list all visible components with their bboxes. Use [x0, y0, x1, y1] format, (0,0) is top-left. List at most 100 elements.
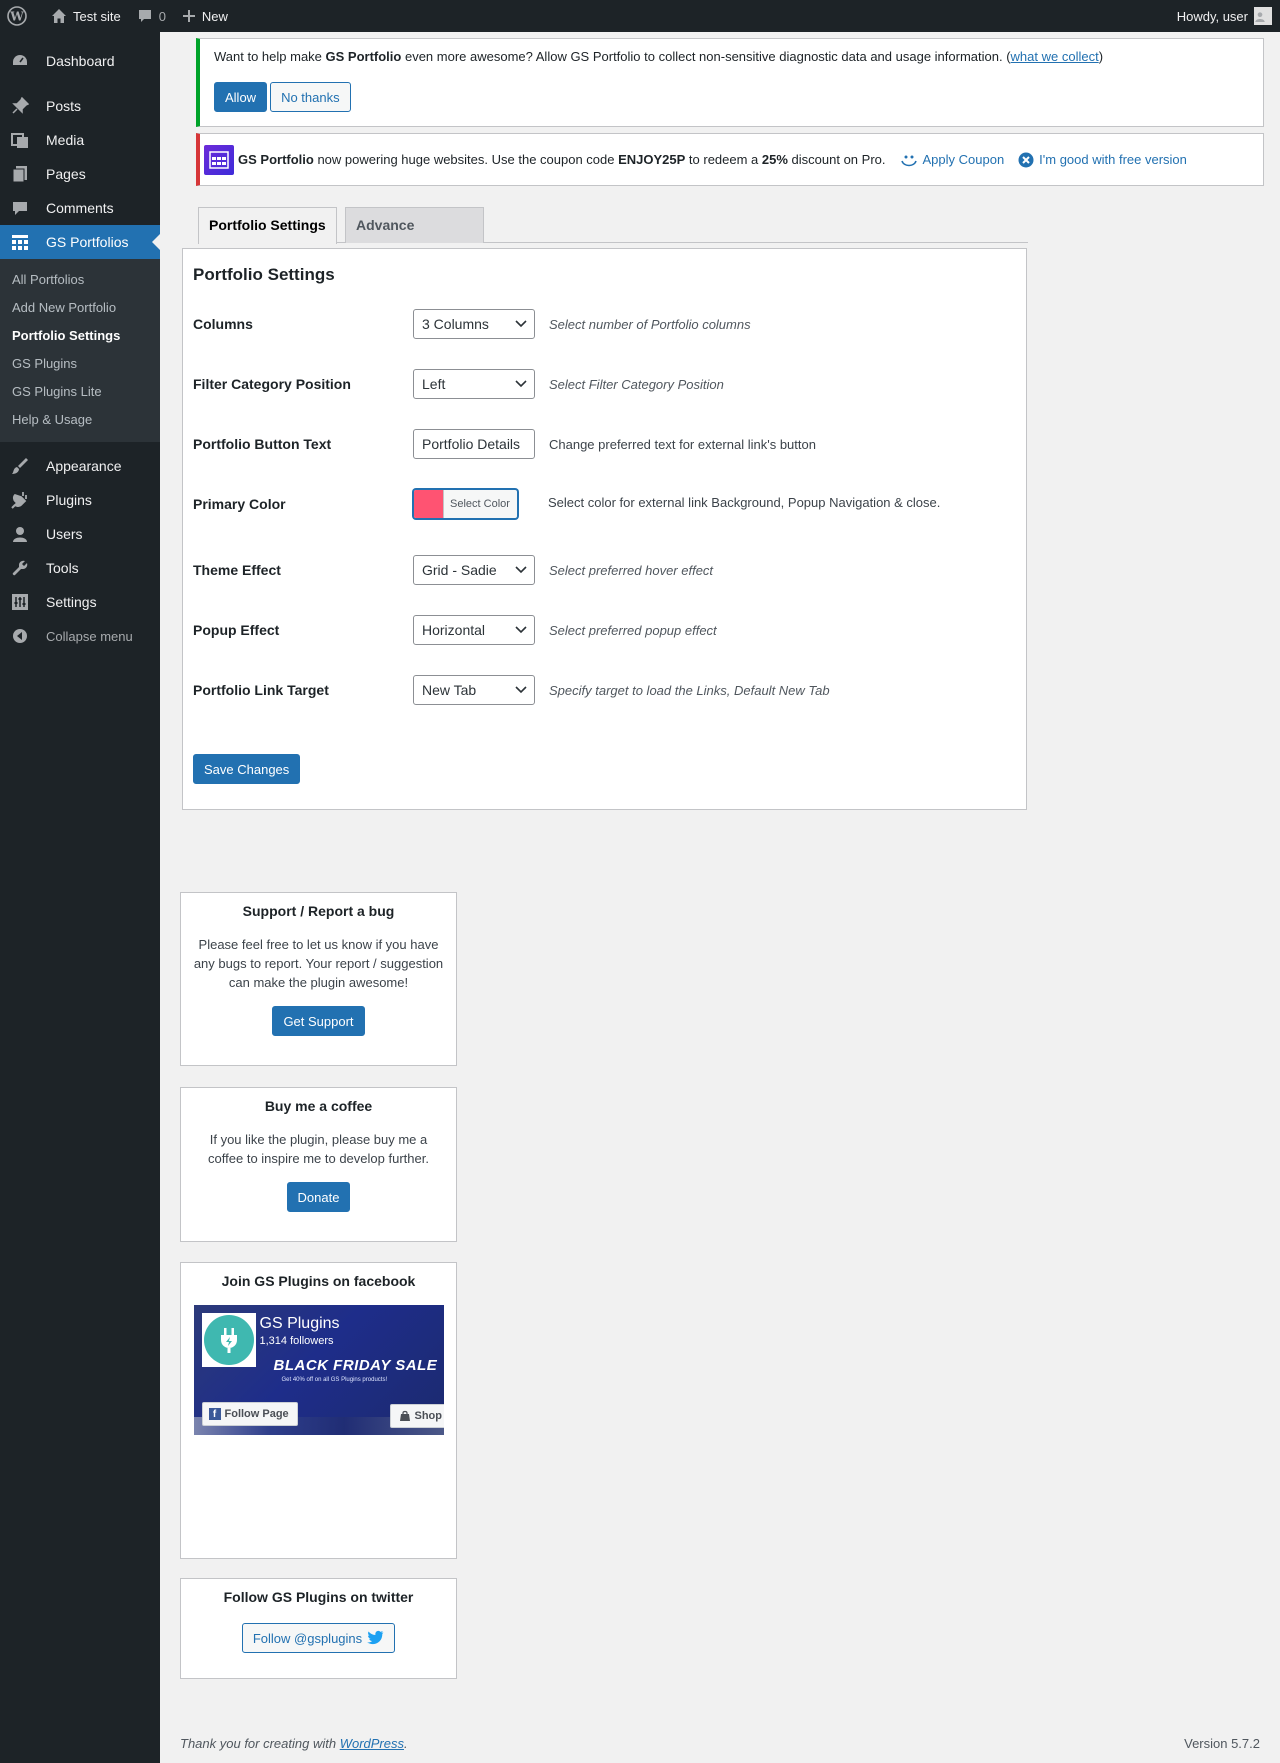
chevron-down-icon	[515, 320, 527, 328]
twitter-title: Follow GS Plugins on twitter	[223, 1589, 414, 1605]
shop-button[interactable]: Shop	[389, 1404, 444, 1428]
svg-text:W: W	[9, 10, 24, 24]
coupon-brand: GS Portfolio	[238, 152, 314, 167]
brush-icon	[10, 456, 30, 476]
site-name-link[interactable]: Test site	[43, 0, 129, 32]
coffee-text: If you like the plugin, please buy me a …	[208, 1132, 429, 1166]
portfolio-button-text-input[interactable]: Portfolio Details	[413, 429, 535, 459]
setting-description: Change preferred text for external link'…	[549, 436, 816, 452]
primary-color-picker-button[interactable]: Select Color	[413, 489, 518, 519]
follow-twitter-label: Follow @gsplugins	[252, 1630, 363, 1646]
select-value: Grid - Sadie	[422, 562, 497, 578]
dashboard-icon	[10, 51, 30, 71]
setting-label: Popup Effect	[193, 622, 280, 638]
no-thanks-button[interactable]: No thanks	[270, 82, 351, 112]
admin-sidebar: Dashboard Posts Media Pages Comments GS …	[0, 32, 160, 1763]
setting-description: Specify target to load the Links, Defaul…	[549, 682, 830, 698]
theme-effect-select[interactable]: Grid - Sadie	[413, 555, 535, 585]
gs-portfolios-submenu: All Portfolios Add New Portfolio Portfol…	[0, 259, 160, 442]
menu-settings[interactable]: Settings	[0, 585, 160, 619]
menu-media[interactable]: Media	[0, 123, 160, 157]
what-we-collect-link[interactable]: what we collect	[1011, 49, 1099, 64]
select-value: 3 Columns	[422, 316, 489, 332]
color-swatch	[414, 490, 444, 518]
menu-pages[interactable]: Pages	[0, 157, 160, 191]
menu-label: Posts	[46, 98, 82, 114]
black-friday-banner: BLACK FRIDAY SALE	[273, 1357, 438, 1374]
follow-page-button[interactable]: f Follow Page	[201, 1402, 298, 1426]
smile-icon	[900, 155, 917, 166]
coupon-text-2: to redeem a	[685, 152, 762, 167]
columns-select[interactable]: 3 Columns	[413, 309, 535, 339]
menu-tools[interactable]: Tools	[0, 551, 160, 585]
admin-footer: Thank you for creating with WordPress. V…	[180, 1736, 1260, 1751]
shop-label: Shop	[414, 1410, 443, 1422]
chevron-down-icon	[515, 380, 527, 388]
optin-buttons: Allow No thanks	[214, 82, 1249, 112]
menu-users[interactable]: Users	[0, 517, 160, 551]
chevron-down-icon	[515, 626, 527, 634]
submenu-add-new-portfolio[interactable]: Add New Portfolio	[0, 294, 160, 322]
save-changes-button[interactable]: Save Changes	[193, 754, 301, 784]
select-value: Left	[422, 376, 446, 392]
setting-label: Theme Effect	[193, 562, 281, 578]
comments-icon	[10, 198, 30, 218]
facebook-page-widget[interactable]: GS Plugins 1,314 followers BLACK FRIDAY …	[193, 1305, 444, 1435]
setting-row-portfolio-button-text: Portfolio Button Text Portfolio Details …	[193, 429, 1018, 459]
submenu-gs-plugins-lite[interactable]: GS Plugins Lite	[0, 378, 160, 406]
popup-effect-select[interactable]: Horizontal	[413, 615, 535, 645]
portfolio-grid-icon	[10, 232, 30, 252]
menu-dashboard[interactable]: Dashboard	[0, 44, 160, 78]
submenu-gs-plugins[interactable]: GS Plugins	[0, 350, 160, 378]
menu-label: Pages	[46, 166, 86, 182]
page-avatar[interactable]	[201, 1313, 256, 1367]
allow-button[interactable]: Allow	[214, 82, 268, 112]
follow-twitter-button[interactable]: Follow @gsplugins	[241, 1623, 396, 1653]
site-name: Test site	[73, 8, 121, 24]
donate-button[interactable]: Donate	[286, 1182, 351, 1212]
new-content-link[interactable]: New	[174, 0, 236, 32]
pages-icon	[10, 164, 30, 184]
footer-period: .	[404, 1736, 408, 1751]
panel-title: Portfolio Settings	[193, 265, 335, 284]
menu-gs-portfolios[interactable]: GS Portfolios	[0, 225, 160, 259]
comments-link[interactable]: 0	[129, 0, 174, 32]
menu-label: Comments	[46, 200, 114, 216]
close-circle-icon	[1018, 152, 1034, 167]
setting-description: Select Filter Category Position	[549, 376, 724, 392]
submenu-help-usage[interactable]: Help & Usage	[0, 406, 160, 434]
tab-portfolio-settings[interactable]: Portfolio Settings	[198, 207, 337, 244]
wordpress-link[interactable]: WordPress	[340, 1736, 404, 1751]
facebook-title: Join GS Plugins on facebook	[221, 1273, 416, 1289]
chevron-down-icon	[515, 686, 527, 694]
menu-plugins[interactable]: Plugins	[0, 483, 160, 517]
menu-comments[interactable]: Comments	[0, 191, 160, 225]
setting-row-filter-category-position: Filter Category Position Left Select Fil…	[193, 369, 1018, 399]
menu-posts[interactable]: Posts	[0, 89, 160, 123]
follow-page-label: Follow Page	[224, 1408, 289, 1420]
coffee-box: Buy me a coffee If you like the plugin, …	[180, 1087, 457, 1242]
tab-advance-settings[interactable]: Advance Settings	[345, 207, 484, 267]
setting-label: Portfolio Link Target	[193, 682, 329, 698]
footer-thankyou: Thank you for creating with WordPress.	[180, 1736, 408, 1751]
menu-label: Settings	[46, 594, 97, 610]
apply-coupon-link[interactable]: Apply Coupon	[900, 152, 1004, 168]
menu-appearance[interactable]: Appearance	[0, 449, 160, 483]
filter-category-position-select[interactable]: Left	[413, 369, 535, 399]
submenu-portfolio-settings[interactable]: Portfolio Settings	[0, 322, 160, 350]
wordpress-logo-icon[interactable]: W	[0, 0, 43, 32]
twitter-bird-icon	[367, 1630, 384, 1645]
free-version-dismiss-link[interactable]: I'm good with free version	[1018, 152, 1187, 168]
get-support-button[interactable]: Get Support	[272, 1006, 365, 1036]
collapse-arrow-icon	[10, 626, 30, 646]
submenu-all-portfolios[interactable]: All Portfolios	[0, 266, 160, 294]
home-icon	[52, 9, 66, 23]
settings-tabs: Portfolio Settings Advance Settings	[198, 207, 1028, 267]
input-value: Portfolio Details	[422, 436, 521, 452]
portfolio-link-target-select[interactable]: New Tab	[413, 675, 535, 705]
menu-label: Plugins	[46, 492, 92, 508]
collapse-menu-button[interactable]: Collapse menu	[0, 619, 160, 653]
setting-label: Columns	[193, 316, 253, 332]
facebook-page-name[interactable]: GS Plugins	[260, 1315, 340, 1333]
account-menu[interactable]: Howdy, user	[1169, 0, 1280, 32]
